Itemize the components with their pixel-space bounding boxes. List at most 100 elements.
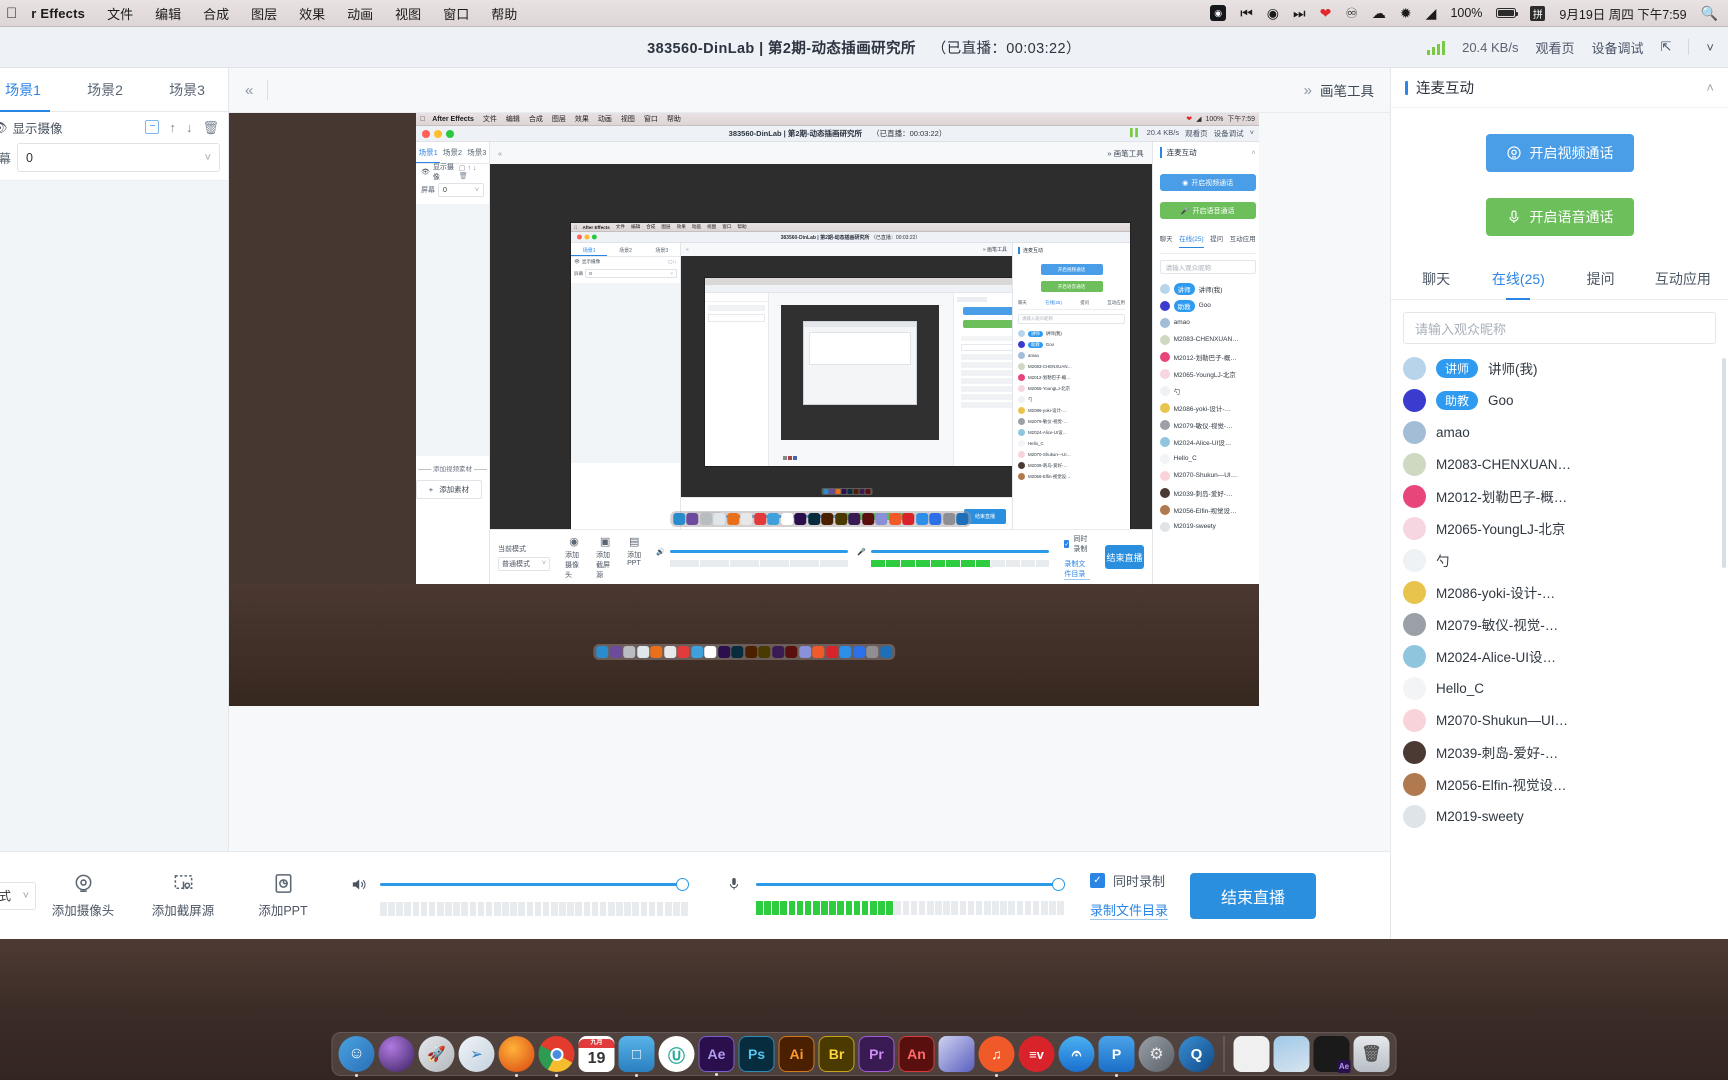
menu-item-window[interactable]: 窗口 (443, 4, 469, 23)
dock-item-premiere[interactable]: Pr (858, 1036, 895, 1072)
microphone-icon[interactable] (724, 876, 744, 892)
chevron-up-icon[interactable]: ˄ (1706, 80, 1714, 95)
dock-item-animate[interactable]: An (898, 1036, 935, 1072)
dock-item-siri[interactable] (378, 1036, 415, 1072)
spotlight-search-icon[interactable]: 🔍 (1701, 6, 1718, 20)
add-screen-capture-button[interactable]: 添加截屏源 (146, 872, 220, 919)
minus-box-icon[interactable]: − (145, 119, 160, 134)
list-item[interactable]: 助教 Goo (1391, 384, 1728, 416)
mode-select[interactable]: 普通模式 ˅ (0, 881, 36, 910)
list-item[interactable]: M2086-yoki-设计-… (1391, 576, 1728, 608)
trash-icon[interactable]: 🗑 (202, 120, 219, 136)
list-item[interactable]: 讲师 讲师(我) (1391, 352, 1728, 384)
mic-slider-knob[interactable] (1052, 877, 1065, 891)
active-app-name[interactable]: r Effects (31, 6, 85, 21)
menu-item-animation[interactable]: 动画 (347, 4, 373, 23)
dock-recent-ae-project[interactable]: Ae (1313, 1036, 1351, 1073)
arrow-up-icon[interactable]: ↑ (169, 120, 176, 136)
dock-item-trash[interactable]: 🗑 (1353, 1036, 1390, 1072)
scene-tab-1[interactable]: 场景1 (0, 68, 64, 112)
dock-item-system-preferences[interactable]: ⚙ (1138, 1036, 1175, 1072)
screen-record-icon[interactable]: ◉ (1210, 5, 1227, 21)
dock-item-illustrator[interactable]: Ai (778, 1036, 815, 1072)
dock-item-procreate[interactable] (938, 1036, 975, 1072)
watch-page-link[interactable]: 观看页 (1535, 38, 1574, 57)
add-camera-button[interactable]: 添加摄像头 (46, 872, 120, 919)
dock-item-after-effects[interactable]: Ae (698, 1036, 735, 1076)
dock-item-launchpad[interactable]: 🚀 (418, 1036, 455, 1072)
screen-select[interactable]: 0 ˅ (17, 143, 220, 172)
list-item[interactable]: M2079-敏仪-视觉-… (1391, 608, 1728, 640)
dock-item-firefox[interactable] (498, 1036, 535, 1077)
record-directory-link[interactable]: 录制文件目录 (1090, 900, 1169, 920)
dock-item-calendar[interactable]: 九月 19 (578, 1036, 615, 1072)
online-user-list[interactable]: 讲师 讲师(我) 助教 Goo amao M2083-CHENXUAN… M2012… (1391, 352, 1728, 939)
audience-search-input[interactable]: 请输入观众昵称 (1403, 312, 1716, 344)
dock-item-cctalk[interactable]: ♫ (978, 1036, 1015, 1077)
expand-icon[interactable]: ⇱ (1661, 39, 1672, 55)
start-voice-call-button[interactable]: 开启语音通话 (1485, 198, 1634, 236)
list-item[interactable]: M2039-刺岛-爱好-… (1391, 736, 1728, 768)
input-method-icon[interactable]: 拼 (1530, 5, 1546, 21)
chevrons-left-icon[interactable]: « (245, 82, 253, 99)
dock-recent-screenshot[interactable] (1273, 1036, 1310, 1072)
start-video-call-button[interactable]: 开启视频通话 (1485, 134, 1634, 172)
clock-datetime[interactable]: 9月19日 周四 下午7:59 (1559, 4, 1686, 23)
device-test-link[interactable]: 设备调试 (1591, 38, 1643, 57)
menu-item-composition[interactable]: 合成 (203, 4, 229, 23)
dock-item-pages[interactable]: P (1098, 1036, 1135, 1077)
apple-logo-icon[interactable]:  (6, 5, 17, 22)
end-stream-button[interactable]: 结束直播 (1190, 872, 1317, 919)
bluetooth-icon[interactable]: ✹ (1400, 6, 1412, 20)
dock-item-app-store[interactable]: 𝄐 (1058, 1036, 1095, 1072)
tab-interactive-apps[interactable]: 互动应用 (1642, 258, 1724, 299)
brush-tool-button[interactable]: » 画笔工具 (1304, 80, 1374, 100)
list-item[interactable]: M2019-sweety (1391, 800, 1728, 832)
list-item[interactable]: 勺 (1391, 544, 1728, 576)
battery-icon[interactable] (1496, 8, 1519, 18)
dock-item-photoshop[interactable]: Ps (738, 1036, 775, 1072)
simultaneous-record-checkbox[interactable]: ✓ 同时录制 (1090, 871, 1165, 890)
menu-item-edit[interactable]: 编辑 (155, 4, 181, 23)
scene-tab-3[interactable]: 场景3 (146, 68, 228, 111)
dock-recent-document[interactable] (1233, 1036, 1270, 1072)
mic-volume-slider[interactable] (756, 877, 1065, 891)
list-item[interactable]: M2012-划勒巴子-概… (1391, 480, 1728, 512)
dock-item-bridge[interactable]: Br (818, 1036, 855, 1072)
list-item[interactable]: Hello_C (1391, 672, 1728, 704)
eye-icon[interactable]: 👁 (0, 120, 8, 136)
menu-item-help[interactable]: 帮助 (491, 4, 517, 23)
speaker-icon[interactable] (348, 876, 368, 893)
scene-tab-2[interactable]: 场景2 (64, 68, 146, 111)
add-ppt-button[interactable]: 添加PPT (246, 872, 320, 919)
arrow-down-icon[interactable]: ↓ (186, 120, 193, 136)
wifi-icon[interactable]: ◢ (1426, 6, 1437, 20)
menu-item-file[interactable]: 文件 (107, 4, 133, 23)
menu-item-view[interactable]: 视图 (395, 4, 421, 23)
dock-item-wondershare[interactable]: Ⓤ (658, 1036, 695, 1072)
prev-track-icon[interactable]: ⏮ (1240, 6, 1253, 20)
list-item[interactable]: M2056-Elfin-视觉设… (1391, 768, 1728, 800)
menu-item-effect[interactable]: 效果 (299, 4, 325, 23)
list-item[interactable]: M2070-Shukun—UI… (1391, 704, 1728, 736)
chevron-down-icon[interactable]: ˅ (1706, 40, 1714, 55)
dock-item-finder[interactable]: ☺ (338, 1036, 375, 1077)
list-item[interactable]: M2065-YoungLJ-北京 (1391, 512, 1728, 544)
dock-item-keynote[interactable]: □ (618, 1036, 655, 1077)
tab-online[interactable]: 在线(25) (1477, 258, 1559, 299)
speaker-volume-slider[interactable] (380, 877, 689, 891)
heart-icon[interactable]: ❤ (1320, 6, 1332, 20)
next-track-icon[interactable]: ⏭ (1293, 6, 1306, 20)
list-item[interactable]: M2024-Alice-UI设… (1391, 640, 1728, 672)
dock-item-quicktime[interactable]: Q (1178, 1036, 1215, 1072)
user-list-scrollbar[interactable] (1722, 358, 1726, 568)
dock-item-chrome[interactable] (538, 1036, 575, 1077)
menu-item-layer[interactable]: 图层 (251, 4, 277, 23)
tab-question[interactable]: 提问 (1560, 258, 1642, 299)
speaker-slider-knob[interactable] (676, 877, 689, 891)
cloud-upload-icon[interactable]: ☁ (1372, 6, 1386, 20)
dock-item-safari[interactable]: ➢ (458, 1036, 495, 1072)
list-item[interactable]: amao (1391, 416, 1728, 448)
list-item[interactable]: M2083-CHENXUAN… (1391, 448, 1728, 480)
creative-cloud-icon[interactable]: ♾ (1345, 6, 1358, 20)
